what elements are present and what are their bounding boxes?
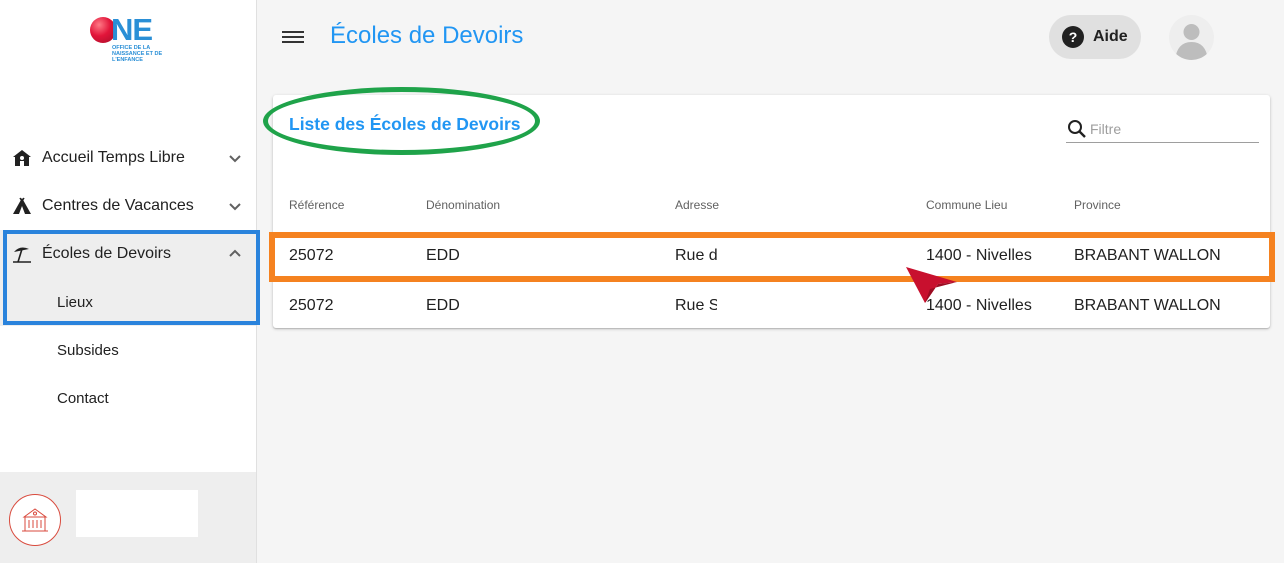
filter-input[interactable] [1090,120,1250,137]
chevron-down-icon [229,155,241,163]
sidebar-subitem-subsides[interactable]: Subsides [0,326,256,374]
sidebar-item-accueil-temps-libre[interactable]: Accueil Temps Libre [0,134,256,182]
sidebar-item-label: Écoles de Devoirs [42,245,171,262]
chevron-down-icon [229,203,241,211]
building-seal-icon [9,494,61,546]
footer-placeholder [76,490,198,537]
column-header-adresse[interactable]: Adresse [675,198,719,212]
sidebar-item-ecoles-de-devoirs[interactable]: Écoles de Devoirs [0,230,256,278]
column-header-reference[interactable]: Référence [289,198,344,212]
cell-province: BRABANT WALLON [1074,297,1221,314]
card-title: Liste des Écoles de Devoirs [289,114,521,134]
table-header: Référence Dénomination Adresse Commune L… [273,190,1270,220]
cell-commune-lieu: 1400 - Nivelles [926,297,1032,314]
cell-adresse: Rue Sa [675,297,717,314]
sidebar-item-label: Centres de Vacances [42,197,194,214]
sidebar-nav: Accueil Temps Libre Centres de Vacances … [0,134,256,422]
hamburger-menu-icon[interactable] [282,28,304,48]
one-logo[interactable]: NE OFFICE DE LA NAISSANCE ET DE L'ENFANC… [88,12,178,66]
filter-field[interactable] [1066,115,1259,143]
sidebar-item-centres-de-vacances[interactable]: Centres de Vacances [0,182,256,230]
search-icon [1068,119,1086,138]
cell-reference: 25072 [289,297,334,314]
house-icon [12,148,32,168]
sidebar-item-label: Accueil Temps Libre [42,149,185,166]
cell-commune-lieu: 1400 - Nivelles [926,247,1032,264]
sidebar-subitem-contact[interactable]: Contact [0,374,256,422]
sidebar-subitem-lieux[interactable]: Lieux [0,278,256,326]
cell-adresse: Rue d [675,247,717,264]
cell-denomination: EDD [426,297,460,314]
cell-denomination: EDD [426,247,460,264]
column-header-commune-lieu[interactable]: Commune Lieu [926,198,1007,212]
help-button[interactable]: ? Aide [1049,15,1141,59]
cell-province: BRABANT WALLON [1074,247,1221,264]
chevron-up-icon [229,249,241,257]
schools-list-card: Liste des Écoles de Devoirs Référence Dé… [263,87,1270,329]
help-button-label: Aide [1093,28,1128,45]
sidebar: NE OFFICE DE LA NAISSANCE ET DE L'ENFANC… [0,0,257,563]
cell-reference: 25072 [289,247,334,264]
avatar[interactable] [1169,15,1214,60]
sidebar-footer [0,472,256,563]
help-icon: ? [1062,26,1084,48]
table-row[interactable]: 25072 EDD Rue Sa 1400 - Nivelles BRABANT… [273,281,1270,329]
table-row[interactable]: 25072 EDD Rue d 1400 - Nivelles BRABANT … [273,232,1270,280]
column-header-denomination[interactable]: Dénomination [426,198,500,212]
column-header-province[interactable]: Province [1074,198,1121,212]
logo-brand: NE [111,12,153,47]
page-title: Écoles de Devoirs [330,22,524,49]
beach-umbrella-icon [12,244,32,264]
tent-icon [12,196,32,216]
logo-subtitle: OFFICE DE LA NAISSANCE ET DE L'ENFANCE [112,45,163,63]
